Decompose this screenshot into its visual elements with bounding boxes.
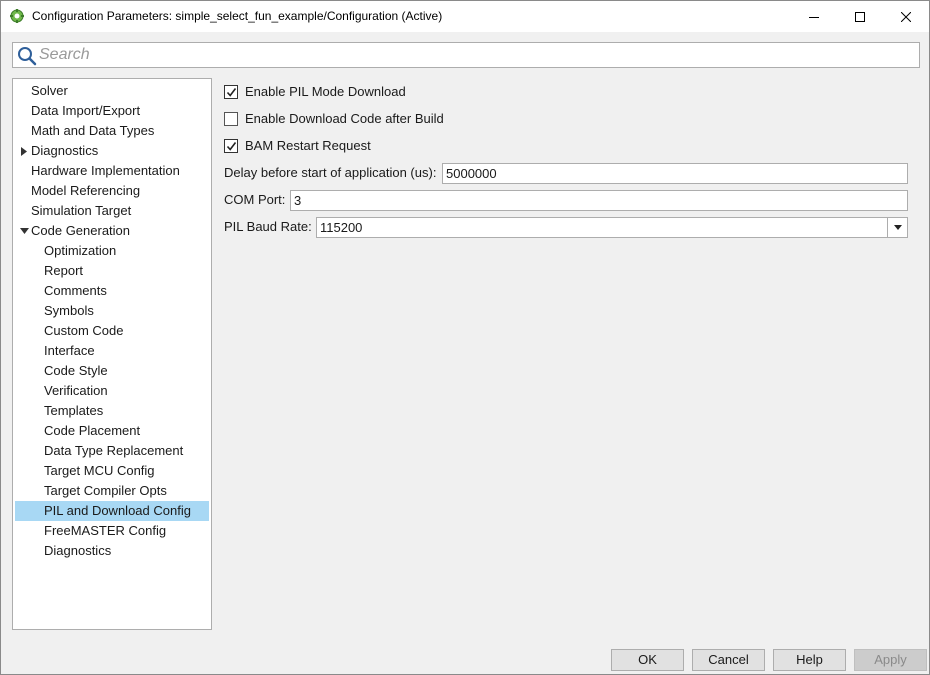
help-button[interactable]: Help xyxy=(773,649,846,671)
checkmark-icon xyxy=(226,88,237,97)
bam-restart-checkbox[interactable] xyxy=(224,139,238,153)
delay-label: Delay before start of application (us): xyxy=(224,165,437,180)
window-title: Configuration Parameters: simple_select_… xyxy=(32,9,443,23)
tree-item-label: Comments xyxy=(44,283,107,298)
simulink-config-icon xyxy=(10,9,24,23)
tree-item-code-style[interactable]: Code Style xyxy=(15,361,209,381)
com-port-label: COM Port: xyxy=(224,192,286,207)
tree-item-math-and-data-types[interactable]: Math and Data Types xyxy=(15,121,209,141)
enable-download-label: Enable Download Code after Build xyxy=(245,111,444,126)
close-button[interactable] xyxy=(883,1,929,32)
tree-item-label: PIL and Download Config xyxy=(44,503,191,518)
enable-download-checkbox[interactable] xyxy=(224,112,238,126)
collapse-arrow-icon[interactable] xyxy=(19,221,29,241)
expand-arrow-icon[interactable] xyxy=(19,141,29,161)
tree-item-simulation-target[interactable]: Simulation Target xyxy=(15,201,209,221)
title-bar: Configuration Parameters: simple_select_… xyxy=(1,1,929,32)
cancel-button[interactable]: Cancel xyxy=(692,649,765,671)
tree-item-label: Interface xyxy=(44,343,95,358)
tree-item-interface[interactable]: Interface xyxy=(15,341,209,361)
tree-item-custom-code[interactable]: Custom Code xyxy=(15,321,209,341)
settings-panel: Enable PIL Mode Download Enable Download… xyxy=(214,78,924,636)
ok-button[interactable]: OK xyxy=(611,649,684,671)
tree-item-label: Verification xyxy=(44,383,108,398)
tree-item-solver[interactable]: Solver xyxy=(15,81,209,101)
enable-download-row: Enable Download Code after Build xyxy=(224,108,624,130)
dialog-button-bar: OK Cancel Help Apply xyxy=(1,638,929,674)
tree-item-label: Hardware Implementation xyxy=(31,163,180,178)
tree-item-freemaster-config[interactable]: FreeMASTER Config xyxy=(15,521,209,541)
search-icon xyxy=(17,46,37,66)
tree-item-code-generation[interactable]: Code Generation xyxy=(15,221,209,241)
config-parameters-window: Configuration Parameters: simple_select_… xyxy=(0,0,930,675)
tree-item-label: FreeMASTER Config xyxy=(44,523,167,538)
tree-item-label: Simulation Target xyxy=(31,203,132,218)
maximize-button[interactable] xyxy=(837,1,883,32)
delay-input[interactable]: 5000000 xyxy=(442,163,908,184)
tree-item-verification[interactable]: Verification xyxy=(15,381,209,401)
com-port-input[interactable]: 3 xyxy=(290,190,908,211)
tree-item-label: Data Type Replacement xyxy=(44,443,184,458)
enable-pil-label: Enable PIL Mode Download xyxy=(245,84,406,99)
bam-restart-row: BAM Restart Request xyxy=(224,135,624,157)
enable-pil-row: Enable PIL Mode Download xyxy=(224,81,624,103)
tree-item-symbols[interactable]: Symbols xyxy=(15,301,209,321)
tree-item-label: Symbols xyxy=(44,303,94,318)
baud-rate-value: 115200 xyxy=(320,220,363,235)
minimize-button[interactable] xyxy=(791,1,837,32)
tree-item-label: Report xyxy=(44,263,84,278)
tree-item-pil-and-download-config[interactable]: PIL and Download Config xyxy=(15,501,209,521)
tree-item-label: Data Import/Export xyxy=(31,103,141,118)
close-icon xyxy=(901,11,911,22)
category-tree: Solver Data Import/Export Math and Data … xyxy=(12,78,212,630)
checkmark-icon xyxy=(226,142,237,151)
enable-pil-checkbox[interactable] xyxy=(224,85,238,99)
dropdown-arrow-icon[interactable] xyxy=(887,218,907,237)
tree-item-data-import-export[interactable]: Data Import/Export xyxy=(15,101,209,121)
minimize-icon xyxy=(809,16,819,18)
maximize-icon xyxy=(855,11,865,22)
tree-item-target-mcu-config[interactable]: Target MCU Config xyxy=(15,461,209,481)
baud-rate-row: PIL Baud Rate: xyxy=(224,216,324,238)
tree-item-label: Optimization xyxy=(44,243,117,258)
baud-rate-label: PIL Baud Rate: xyxy=(224,219,312,234)
tree-item-label: Model Referencing xyxy=(31,183,141,198)
tree-item-diagnostics[interactable]: Diagnostics xyxy=(15,141,209,161)
tree-item-diagnostics-codegen[interactable]: Diagnostics xyxy=(15,541,209,561)
bam-restart-label: BAM Restart Request xyxy=(245,138,371,153)
search-input[interactable] xyxy=(39,45,909,65)
baud-rate-select[interactable]: 115200 xyxy=(316,217,908,238)
apply-button[interactable]: Apply xyxy=(854,649,927,671)
tree-item-label: Code Generation xyxy=(31,223,131,238)
tree-item-label: Diagnostics xyxy=(44,543,112,558)
tree-item-label: Templates xyxy=(44,403,104,418)
tree-item-report[interactable]: Report xyxy=(15,261,209,281)
tree-item-label: Target Compiler Opts xyxy=(44,483,167,498)
tree-item-label: Custom Code xyxy=(44,323,124,338)
tree-item-label: Diagnostics xyxy=(31,143,99,158)
tree-item-label: Target MCU Config xyxy=(44,463,155,478)
tree-item-code-placement[interactable]: Code Placement xyxy=(15,421,209,441)
tree-item-hardware-implementation[interactable]: Hardware Implementation xyxy=(15,161,209,181)
tree-item-label: Code Style xyxy=(44,363,108,378)
tree-item-target-compiler-opts[interactable]: Target Compiler Opts xyxy=(15,481,209,501)
tree-item-optimization[interactable]: Optimization xyxy=(15,241,209,261)
tree-item-label: Math and Data Types xyxy=(31,123,155,138)
tree-item-model-referencing[interactable]: Model Referencing xyxy=(15,181,209,201)
tree-item-label: Solver xyxy=(31,83,68,98)
tree-item-templates[interactable]: Templates xyxy=(15,401,209,421)
search-box[interactable] xyxy=(12,42,920,68)
tree-item-label: Code Placement xyxy=(44,423,141,438)
tree-item-comments[interactable]: Comments xyxy=(15,281,209,301)
tree-item-data-type-replacement[interactable]: Data Type Replacement xyxy=(15,441,209,461)
